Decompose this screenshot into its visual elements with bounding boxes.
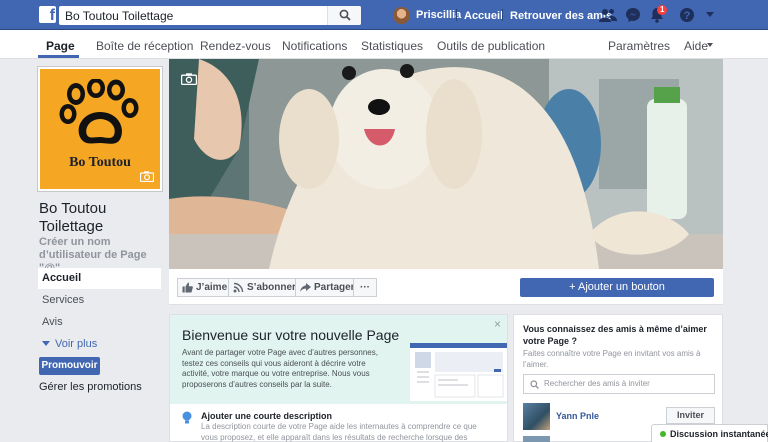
see-more-link[interactable]: Voir plus [38,334,161,354]
caret-down-icon[interactable] [705,11,715,19]
tab-page[interactable]: Page [46,39,75,53]
search-value[interactable]: Bo Toutou Toilettage [65,9,173,23]
profile-logo-text: Bo Toutou [69,155,131,170]
messenger-icon[interactable] [625,7,641,23]
manage-promotions-link[interactable]: Gérer les promotions [39,381,142,393]
profile-picture[interactable]: Bo Toutou [38,67,162,191]
search-icon [339,9,351,21]
welcome-description: Avant de partager votre Page avec d’autr… [182,348,378,389]
tip-description: La description courte de votre Page aide… [201,422,477,442]
tab-notifications[interactable]: Notifications [282,39,347,53]
invite-button[interactable]: Inviter [666,407,715,424]
friend-avatar[interactable] [523,436,550,442]
top-navigation-bar: f Bo Toutou Toilettage Priscillia Accuei… [0,0,768,30]
like-button[interactable]: J’aime [177,278,235,297]
svg-text:?: ? [684,10,691,22]
chat-bar[interactable]: Discussion instantanée (1 [651,424,768,442]
help-icon[interactable]: ? [679,7,695,23]
tip-title[interactable]: Ajouter une courte description [201,411,332,421]
add-button-cta[interactable]: + Ajouter un bouton [520,278,714,297]
search-icon [530,380,539,389]
tab-publishing-tools[interactable]: Outils de publication [437,39,545,53]
more-actions-button[interactable]: ··· [353,278,377,297]
tab-inbox[interactable]: Boîte de réception [96,39,193,53]
lightbulb-icon [182,411,192,424]
cover-dog-image [169,59,723,269]
tab-appointments[interactable]: Rendez-vous [200,39,271,53]
friend-search-input[interactable]: Rechercher des amis à inviter [523,374,715,394]
follow-button[interactable]: S’abonner [228,278,303,297]
tab-settings[interactable]: Paramètres [608,39,670,53]
tab-statistics[interactable]: Statistiques [361,39,423,53]
page-preview-illustration [410,343,507,401]
tab-help[interactable]: Aide [684,39,708,53]
camera-icon[interactable] [140,171,154,182]
share-label: Partager [314,282,355,293]
search-button[interactable] [327,6,361,25]
page-side-menu: Accueil Services Avis Voir plus [38,268,161,354]
avatar [393,6,410,24]
welcome-title: Bienvenue sur votre nouvelle Page [182,327,400,343]
invite-friends-card: Vous connaissez des amis à même d’aimer … [513,314,723,442]
help-caret-icon[interactable] [707,43,713,47]
page-tab-bar: Page Boîte de réception Rendez-vous Noti… [0,30,768,59]
side-item-reviews[interactable]: Avis [38,312,161,333]
welcome-banner: Bienvenue sur votre nouvelle Page Avant … [170,315,507,404]
thumbs-up-icon [182,282,193,293]
welcome-card: Bienvenue sur votre nouvelle Page Avant … [169,314,508,442]
promote-button[interactable]: Promouvoir [39,357,100,375]
see-more-label: Voir plus [55,338,98,350]
cover-camera-icon[interactable] [181,73,197,85]
active-tab-indicator [38,55,79,58]
facebook-logo-icon[interactable]: f [39,6,56,24]
close-icon[interactable]: × [494,317,501,331]
profile-link[interactable]: Priscillia [393,6,461,24]
share-button[interactable]: Partager [295,278,362,297]
friend-name[interactable]: Yann Pnle [556,411,599,421]
rss-follow-icon [233,282,244,293]
like-label: J’aime [196,282,228,293]
friend-search-placeholder: Rechercher des amis à inviter [544,379,650,388]
logo-letter: f [49,7,55,24]
cover-photo[interactable] [169,59,723,269]
follow-label: S’abonner [247,282,296,293]
share-arrow-icon [300,283,311,292]
online-status-icon [660,431,666,437]
divider [502,9,503,21]
notification-count-badge: 1 [657,5,668,15]
divider [456,9,457,21]
paw-print-icon [59,79,139,144]
home-link[interactable]: Accueil [464,10,503,22]
invite-question: Vous connaissez des amis à même d’aimer … [523,324,707,346]
chevron-down-icon [42,341,50,346]
friend-avatar[interactable] [523,403,550,430]
user-name: Priscillia [416,9,462,21]
side-item-home[interactable]: Accueil [38,268,161,289]
search-input[interactable]: Bo Toutou Toilettage [59,6,361,25]
side-item-services[interactable]: Services [38,290,161,311]
friend-requests-icon[interactable] [599,7,617,23]
find-friends-link[interactable]: Retrouver des amis [510,10,612,22]
chat-label: Discussion instantanée (1 [670,429,768,439]
page-title[interactable]: Bo Toutou Toilettage [39,200,164,236]
invite-subtitle: Faites connaître votre Page en invitant … [523,349,701,369]
